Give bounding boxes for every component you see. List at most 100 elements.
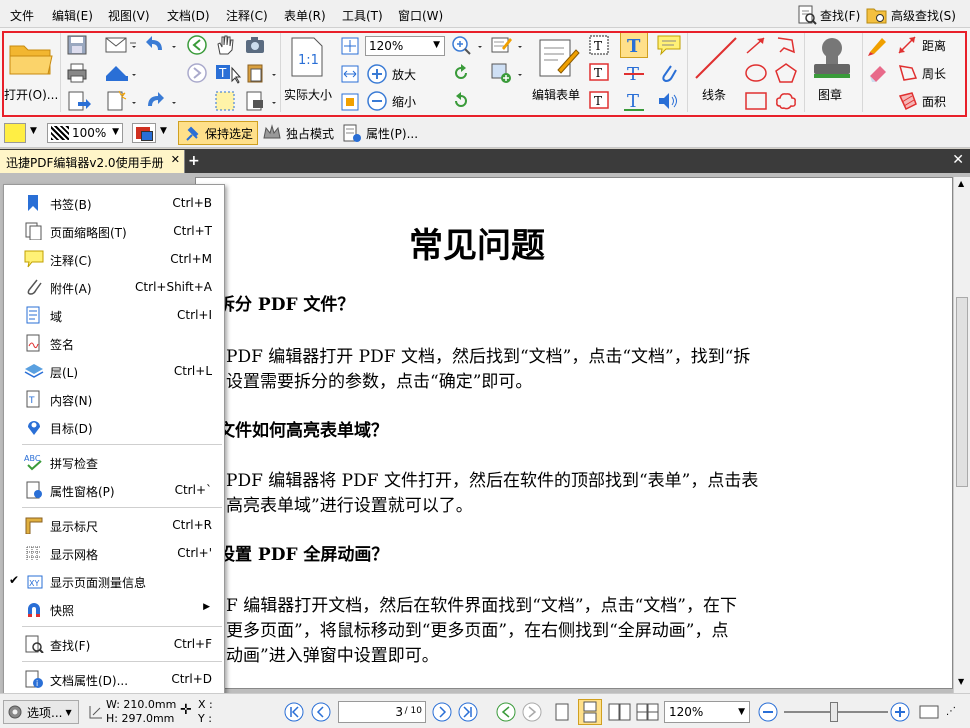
doc-heading: 常见问题: [409, 226, 545, 266]
next-page-icon[interactable]: [432, 702, 452, 722]
menu-edit[interactable]: 编辑(E): [52, 7, 93, 24]
menu-view[interactable]: 视图(V): [108, 7, 150, 24]
menu-item-shortcut: Ctrl+D: [171, 672, 212, 686]
continuous-facing-icon[interactable]: [636, 702, 660, 722]
advanced-find-button[interactable]: 高级查找(S): [866, 4, 956, 26]
scroll-up-icon[interactable]: ▲: [958, 179, 964, 188]
chevron-down-icon[interactable]: ▼: [160, 126, 167, 136]
paperclip-icon: [27, 279, 42, 295]
current-page: 3: [395, 705, 403, 719]
first-page-icon[interactable]: [284, 702, 304, 722]
menu-item-shortcut: Ctrl+': [177, 546, 212, 560]
menu-document[interactable]: 文档(D): [167, 7, 210, 24]
options-popup-menu: 书签(B) Ctrl+B 页面缩略图(T) Ctrl+T 注释(C) Ctrl+…: [3, 184, 225, 696]
menu-item-page-measure-info[interactable]: ✔ XY 显示页面测量信息: [4, 568, 224, 594]
facing-pages-icon[interactable]: [608, 702, 632, 722]
continuous-view-toggle[interactable]: [578, 699, 602, 725]
menu-item-show-ruler[interactable]: 显示标尺 Ctrl+R: [4, 512, 224, 538]
menu-item-label: 属性窗格(P): [50, 485, 115, 499]
menu-item-bookmarks[interactable]: 书签(B) Ctrl+B: [4, 190, 224, 216]
menu-item-spell-check[interactable]: ABC 拼写检查: [4, 449, 224, 475]
comment-icon: [24, 250, 44, 268]
chevron-down-icon: ▼: [112, 127, 119, 137]
crown-icon: [263, 124, 281, 139]
zoom-slider-thumb[interactable]: [830, 702, 838, 722]
history-forward-icon[interactable]: [522, 702, 542, 722]
menu-item-shortcut: Ctrl+I: [177, 308, 212, 322]
menu-item-label: 签名: [50, 338, 75, 352]
menu-item-shortcut: Ctrl+`: [174, 483, 212, 497]
menu-item-show-grid[interactable]: 显示网格 Ctrl+': [4, 540, 224, 566]
fullscreen-icon[interactable]: [918, 704, 940, 720]
keep-selected-label: 保持选定: [205, 126, 254, 141]
stroke-color-swatch[interactable]: [132, 123, 156, 143]
properties-button[interactable]: 属性(P)...: [342, 121, 422, 145]
checkmark-icon: ✔: [9, 573, 20, 587]
status-zoom-select[interactable]: 120% ▼: [664, 701, 750, 723]
location-pin-icon: [28, 421, 40, 435]
document-tab[interactable]: 迅捷PDF编辑器v2.0使用手册 ✕: [0, 150, 185, 173]
menu-bar: 文件 编辑(E) 视图(V) 文档(D) 注释(C) 表单(R) 工具(T) 窗…: [0, 0, 970, 28]
zoom-out-icon[interactable]: [758, 702, 778, 722]
scroll-down-icon[interactable]: ▼: [958, 677, 964, 686]
menu-separator: [22, 444, 222, 445]
menu-item-attachments[interactable]: 附件(A) Ctrl+Shift+A: [4, 274, 224, 300]
options-button[interactable]: 选项... ▼: [3, 700, 79, 724]
bookmark-icon: [28, 195, 38, 211]
resize-grip-icon[interactable]: ⋰: [946, 706, 956, 717]
keep-selected-toggle[interactable]: 保持选定: [178, 121, 258, 145]
properties-icon: [343, 124, 361, 142]
doc-answer-1-line-1: PDF 编辑器打开 PDF 文档，然后找到“文档”，点击“文档”，找到“拆: [226, 347, 751, 367]
find-icon: [25, 635, 44, 653]
doc-answer-2-line-2: 高亮表单域”进行设置就可以了。: [226, 496, 473, 516]
zoom-in-icon[interactable]: [890, 702, 910, 722]
new-tab-icon[interactable]: +: [188, 153, 200, 169]
menu-item-find[interactable]: 查找(F) Ctrl+F: [4, 631, 224, 657]
menu-comment[interactable]: 注释(C): [226, 7, 268, 24]
page-number-input[interactable]: 3 / 10: [338, 701, 426, 723]
menu-item-thumbnails[interactable]: 页面缩略图(T) Ctrl+T: [4, 218, 224, 244]
exclusive-mode-label: 独占模式: [286, 126, 335, 141]
last-page-icon[interactable]: [458, 702, 478, 722]
menu-item-content[interactable]: T 内容(N): [4, 386, 224, 412]
menu-separator: [22, 626, 222, 627]
menu-item-layers[interactable]: 层(L) Ctrl+L: [4, 358, 224, 384]
vertical-scrollbar[interactable]: ▲ ▼: [953, 177, 970, 693]
single-page-icon[interactable]: [554, 702, 570, 722]
close-all-icon[interactable]: ✕: [952, 152, 964, 168]
find-button[interactable]: 查找(F): [797, 4, 860, 26]
menu-window[interactable]: 窗口(W): [398, 7, 443, 24]
svg-text:i: i: [36, 679, 38, 688]
history-back-icon[interactable]: [496, 702, 516, 722]
magnet-icon: [28, 603, 40, 617]
menu-item-properties-pane[interactable]: 属性窗格(P) Ctrl+`: [4, 477, 224, 503]
chevron-down-icon: ▼: [65, 707, 72, 717]
status-zoom-value: 120%: [669, 705, 704, 719]
fill-color-swatch[interactable]: [4, 123, 26, 143]
menu-item-signatures[interactable]: 签名: [4, 330, 224, 356]
menu-item-shortcut: Ctrl+B: [172, 196, 212, 210]
chevron-down-icon[interactable]: ▼: [30, 126, 37, 136]
page-width: W: 210.0mm: [106, 698, 177, 711]
menu-form[interactable]: 表单(R): [284, 7, 326, 24]
document-page: 常见问题 拆分 PDF 文件？ PDF 编辑器打开 PDF 文档，然后找到“文档…: [195, 177, 953, 689]
menu-item-document-properties[interactable]: i 文档属性(D)... Ctrl+D: [4, 666, 224, 692]
menu-item-label: 快照: [50, 604, 75, 618]
svg-text:ABC: ABC: [24, 454, 41, 463]
menu-item-label: 附件(A): [50, 282, 92, 296]
exclusive-mode-button[interactable]: 独占模式: [262, 121, 342, 145]
close-tab-icon[interactable]: ✕: [171, 153, 180, 166]
menu-item-destinations[interactable]: 目标(D): [4, 414, 224, 440]
chevron-down-icon: ▼: [738, 707, 745, 717]
menu-item-shortcut: Ctrl+T: [173, 224, 212, 238]
opacity-select[interactable]: 100% ▼: [47, 123, 123, 143]
menu-file[interactable]: 文件: [10, 7, 34, 24]
properties-label: 属性(P)...: [366, 126, 419, 141]
menu-item-fields[interactable]: 域 Ctrl+I: [4, 302, 224, 328]
menu-item-comments[interactable]: 注释(C) Ctrl+M: [4, 246, 224, 272]
menu-tools[interactable]: 工具(T): [342, 7, 383, 24]
menu-item-label: 层(L): [50, 366, 79, 380]
scroll-thumb[interactable]: [956, 297, 968, 487]
previous-page-icon[interactable]: [311, 702, 331, 722]
menu-item-snapshot[interactable]: 快照 ▶: [4, 596, 224, 622]
